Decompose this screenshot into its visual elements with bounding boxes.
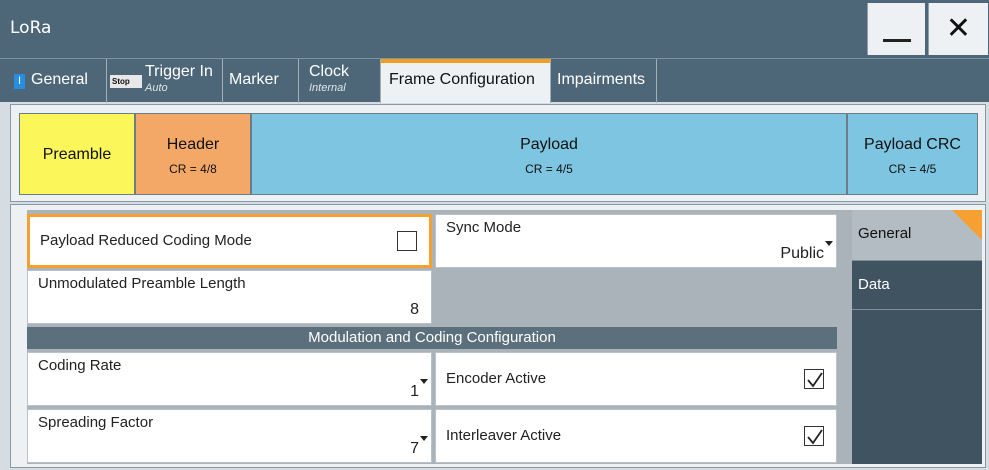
frame-block-header[interactable]: Header CR = 4/8: [135, 113, 251, 195]
tab-frame-label: Frame Configuration: [389, 71, 535, 88]
close-icon: ✕: [945, 11, 972, 46]
state-on-icon: I: [14, 74, 25, 89]
payload-reduced-coding-field[interactable]: Payload Reduced Coding Mode: [27, 214, 432, 268]
title-bar: LoRa ✕: [0, 0, 989, 58]
tab-impairments-label: Impairments: [557, 71, 646, 88]
payload-crc-label: Payload CRC: [864, 136, 961, 153]
coding-rate-label: Coding Rate: [38, 357, 122, 374]
tab-bar: I General Stop Trigger In Auto Marker Cl…: [0, 58, 989, 103]
payload-reduced-coding-label: Payload Reduced Coding Mode: [40, 232, 252, 249]
spreading-factor-label: Spreading Factor: [38, 414, 154, 431]
preamble-length-value: 8: [410, 301, 419, 318]
sync-mode-field[interactable]: Sync Mode Public: [435, 214, 837, 268]
encoder-active-checkbox[interactable]: [804, 369, 824, 389]
side-tab-data[interactable]: Data: [852, 260, 982, 310]
dropdown-arrow-icon: [420, 436, 428, 441]
tab-trigger-label: Trigger In: [145, 63, 213, 80]
encoder-active-label: Encoder Active: [446, 370, 547, 387]
coding-rate-value: 1: [410, 383, 419, 400]
settings-content: Payload Reduced Coding Mode Sync Mode Pu…: [27, 210, 852, 464]
frame-structure: Preamble Header CR = 4/8 Payload CR = 4/…: [10, 104, 986, 202]
sync-mode-value: Public: [780, 245, 824, 262]
tab-marker-label: Marker: [229, 71, 279, 88]
header-label: Header: [166, 136, 220, 153]
header-cr: CR = 4/8: [169, 162, 217, 176]
checkmark-icon: [807, 372, 823, 388]
tab-trigger-in[interactable]: Stop Trigger In Auto: [107, 59, 223, 103]
tab-marker[interactable]: Marker: [223, 59, 299, 103]
spreading-factor-field[interactable]: Spreading Factor 7: [27, 409, 432, 463]
side-tab-data-label: Data: [858, 276, 890, 293]
sync-mode-label: Sync Mode: [446, 219, 522, 236]
dropdown-arrow-icon: [825, 241, 833, 246]
coding-rate-field[interactable]: Coding Rate 1: [27, 352, 432, 406]
side-tab-general-label: General: [858, 225, 912, 242]
tab-trigger-sub: Auto: [145, 82, 168, 94]
side-tab-nav: General Data: [852, 210, 982, 464]
close-button[interactable]: ✕: [928, 3, 988, 55]
window-title: LoRa: [10, 18, 52, 38]
frame-block-payload-crc[interactable]: Payload CRC CR = 4/5: [847, 113, 978, 195]
interleaver-active-field[interactable]: Interleaver Active: [435, 409, 837, 463]
tab-clock-sub: Internal: [309, 82, 346, 94]
tab-clock-label: Clock: [309, 63, 350, 80]
side-tab-general[interactable]: General: [852, 210, 982, 260]
tab-clock[interactable]: Clock Internal: [299, 59, 381, 103]
stop-state-icon: Stop: [110, 75, 142, 88]
tab-frame-configuration[interactable]: Frame Configuration: [381, 59, 551, 103]
interleaver-active-checkbox[interactable]: [804, 426, 824, 446]
tab-general-label: General: [31, 71, 88, 88]
encoder-active-field[interactable]: Encoder Active: [435, 352, 837, 406]
tab-impairments[interactable]: Impairments: [551, 59, 657, 103]
payload-reduced-coding-checkbox[interactable]: [397, 231, 417, 251]
dropdown-arrow-icon: [420, 379, 428, 384]
settings-panel: Payload Reduced Coding Mode Sync Mode Pu…: [10, 204, 986, 468]
minimize-button[interactable]: [867, 3, 925, 55]
payload-crc-cr: CR = 4/5: [888, 162, 937, 176]
frame-block-payload[interactable]: Payload CR = 4/5: [251, 113, 847, 195]
payload-cr: CR = 4/5: [525, 162, 573, 176]
tab-general[interactable]: I General: [10, 59, 107, 103]
active-corner-icon: [952, 210, 982, 240]
frame-block-preamble[interactable]: Preamble: [19, 113, 135, 195]
preamble-label: Preamble: [42, 146, 112, 163]
spreading-factor-value: 7: [410, 440, 419, 457]
payload-label: Payload: [520, 136, 578, 153]
checkmark-icon: [807, 429, 823, 445]
minimize-icon: [882, 38, 911, 42]
preamble-length-label: Unmodulated Preamble Length: [38, 275, 246, 292]
preamble-length-field[interactable]: Unmodulated Preamble Length 8: [27, 270, 432, 324]
section-header: Modulation and Coding Configuration: [27, 327, 837, 349]
interleaver-active-label: Interleaver Active: [446, 427, 562, 444]
